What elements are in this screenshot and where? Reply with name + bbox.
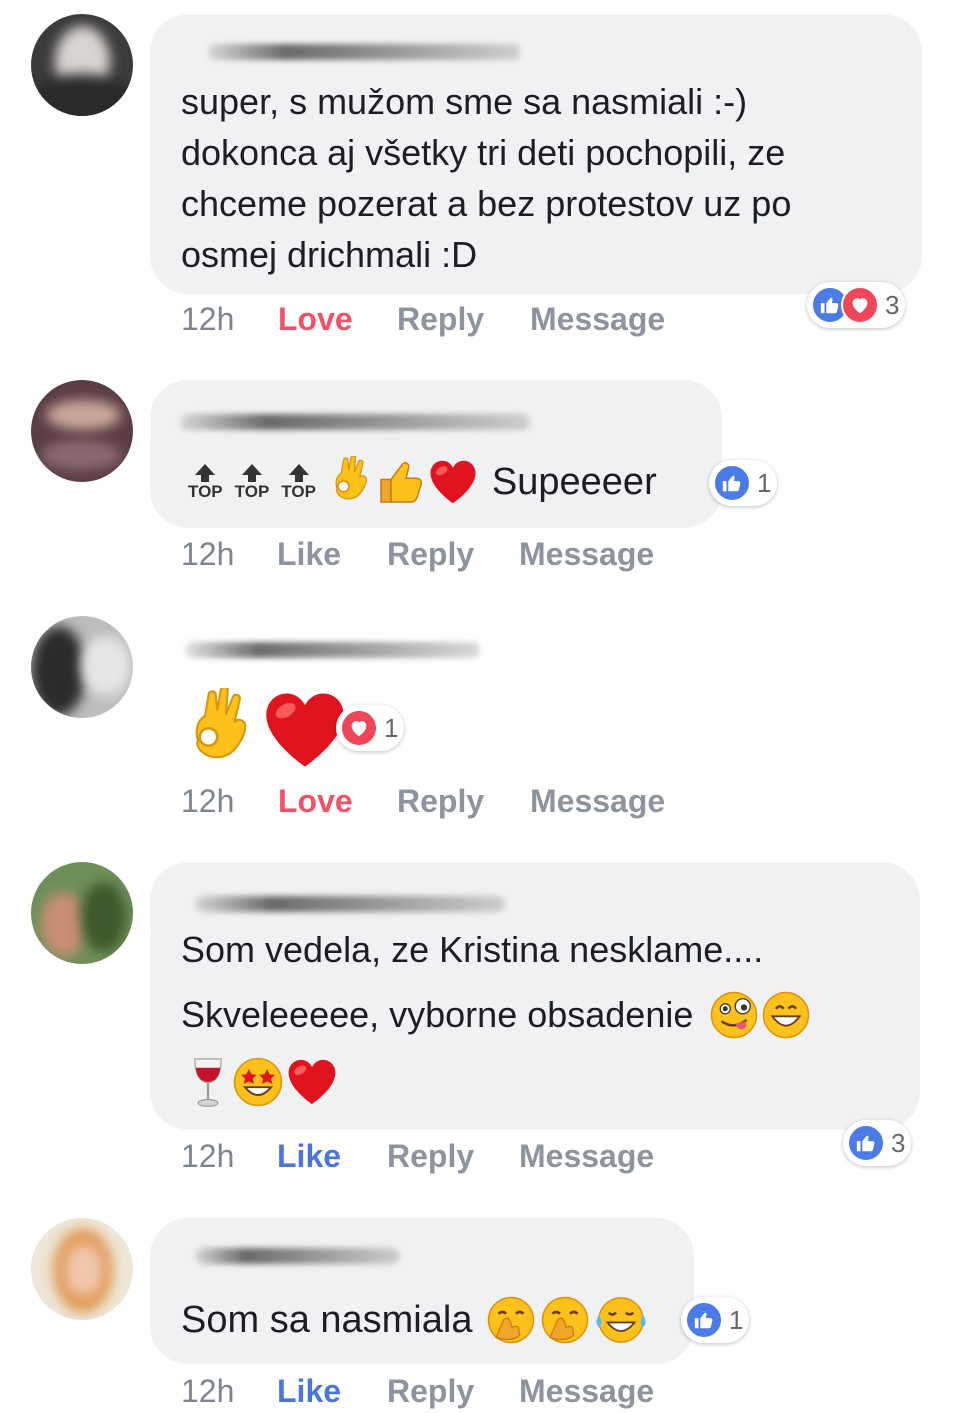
comment-bubble: Som sa nasmiala	[150, 1218, 694, 1364]
top-arrow-icon: TOP	[235, 463, 269, 501]
message-button[interactable]: Message	[530, 783, 665, 820]
comment-text-line: Skveleeeee, vyborne obsadenie	[181, 994, 694, 1035]
timestamp[interactable]: 12h	[181, 783, 234, 820]
like-button[interactable]: Like	[277, 1373, 341, 1410]
love-button[interactable]: Love	[278, 783, 353, 820]
comment-text: Som sa nasmiala	[181, 1298, 473, 1341]
top-arrow-icon: TOP	[188, 463, 223, 501]
avatar[interactable]	[31, 380, 133, 482]
message-button[interactable]: Message	[519, 536, 654, 573]
reaction-summary[interactable]: 1	[336, 705, 405, 751]
reaction-count: 1	[757, 467, 772, 498]
timestamp[interactable]: 12h	[181, 536, 234, 573]
reaction-summary[interactable]: 3	[843, 1120, 912, 1166]
comment-text: Supeeeer	[491, 460, 657, 503]
message-button[interactable]: Message	[519, 1138, 654, 1175]
reply-button[interactable]: Reply	[387, 1373, 474, 1410]
red-heart-emoji	[286, 1058, 338, 1106]
love-button[interactable]: Love	[278, 301, 353, 338]
reply-button[interactable]: Reply	[387, 1138, 474, 1175]
comment-text-line: super, s mužom sme sa nasmiali :-)	[181, 81, 748, 122]
comment-text-line: chceme pozerat a bez protestov uz po	[181, 183, 792, 224]
reaction-count: 3	[885, 289, 900, 320]
reaction-summary[interactable]: 3	[807, 282, 906, 328]
star-struck-emoji	[232, 1056, 284, 1108]
reaction-summary[interactable]: 1	[709, 460, 778, 506]
comment-bubble: super, s mužom sme sa nasmiali :-) dokon…	[150, 14, 922, 294]
author-name-redacted[interactable]	[195, 1248, 400, 1264]
comment-text-line: Som vedela, ze Kristina nesklame....	[181, 929, 764, 970]
avatar[interactable]	[31, 616, 133, 718]
heart-icon	[841, 286, 879, 324]
thumbs-up-icon	[685, 1301, 723, 1339]
comment-text-line: dokonca aj všetky tri deti pochopili, ze	[181, 132, 786, 173]
reaction-summary[interactable]: 1	[681, 1297, 750, 1343]
avatar[interactable]	[31, 862, 133, 964]
like-button[interactable]: Like	[277, 536, 341, 573]
thumbs-up-icon	[713, 464, 751, 502]
message-button[interactable]: Message	[530, 301, 665, 338]
thumbs-up-icon	[847, 1124, 885, 1162]
ok-hand-emoji	[328, 456, 372, 508]
top-arrow-icon: TOP	[281, 463, 316, 501]
author-name-redacted[interactable]	[185, 642, 480, 658]
red-heart-emoji	[428, 459, 478, 505]
comment-bubble: TOP TOP TOP Supeeeer	[150, 380, 722, 528]
reaction-count: 1	[384, 712, 399, 743]
author-name-redacted[interactable]	[195, 896, 505, 912]
thumbs-up-emoji	[376, 457, 426, 507]
avatar[interactable]	[31, 14, 133, 116]
timestamp[interactable]: 12h	[181, 1373, 234, 1410]
reaction-count: 1	[729, 1304, 744, 1335]
comment-bubble: Som vedela, ze Kristina nesklame.... Skv…	[150, 862, 920, 1130]
reply-button[interactable]: Reply	[387, 536, 474, 573]
timestamp[interactable]: 12h	[181, 301, 234, 338]
face-with-hand-over-mouth-emoji	[540, 1295, 590, 1345]
grinning-face-emoji	[761, 990, 811, 1040]
like-button[interactable]: Like	[277, 1138, 341, 1175]
zany-face-emoji	[709, 990, 759, 1040]
face-with-hand-over-mouth-emoji	[486, 1295, 536, 1345]
reply-button[interactable]: Reply	[397, 783, 484, 820]
heart-icon	[340, 709, 378, 747]
ok-hand-emoji	[184, 688, 254, 772]
comment-text-line: osmej drichmali :D	[181, 234, 478, 275]
message-button[interactable]: Message	[519, 1373, 654, 1410]
author-name-redacted[interactable]	[180, 414, 530, 430]
tears-of-joy-emoji	[596, 1297, 647, 1343]
timestamp[interactable]: 12h	[181, 1138, 234, 1175]
wine-glass-emoji	[194, 1058, 222, 1107]
author-name-redacted[interactable]	[208, 44, 520, 60]
avatar[interactable]	[31, 1218, 133, 1320]
reaction-count: 3	[891, 1127, 906, 1158]
reply-button[interactable]: Reply	[397, 301, 484, 338]
